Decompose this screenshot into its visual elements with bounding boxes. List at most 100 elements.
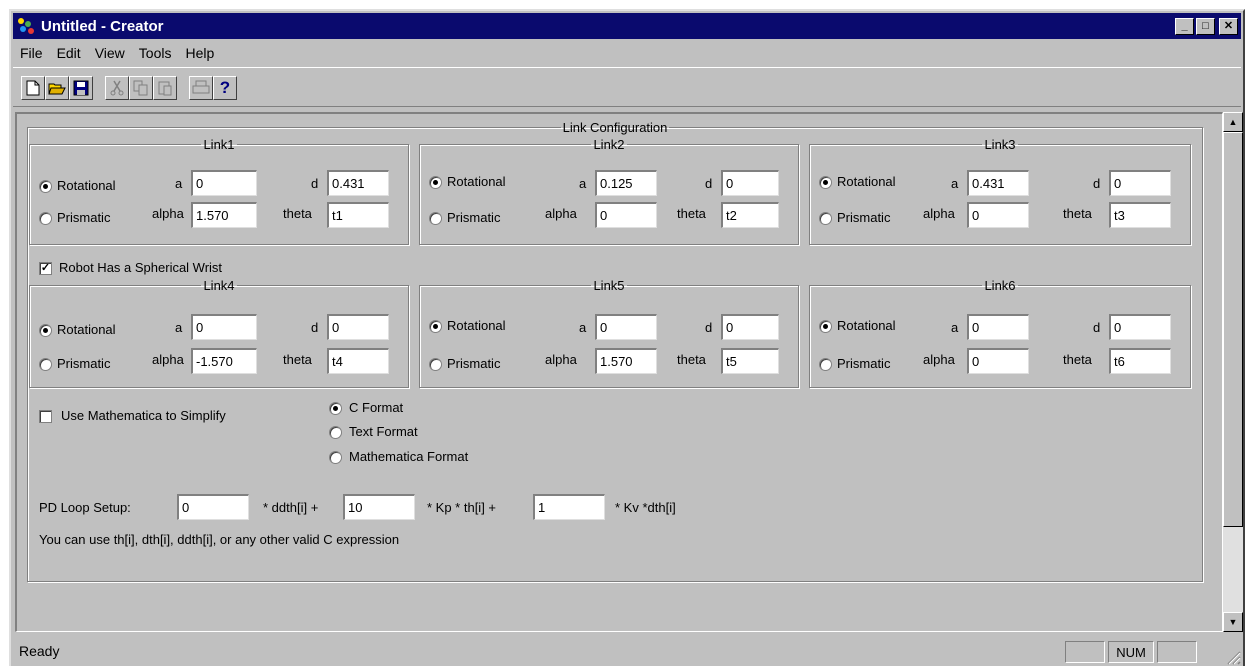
link1-d-input[interactable]	[327, 170, 389, 196]
minimize-button[interactable]: _	[1175, 17, 1194, 35]
link1-title: Link1	[203, 137, 235, 152]
pd-loop-ddth-input[interactable]	[177, 494, 249, 520]
c-format-radio[interactable]	[329, 402, 342, 415]
link2-d-input[interactable]	[721, 170, 779, 196]
link1-alpha-input[interactable]	[191, 202, 257, 228]
link6-prismatic-label: Prismatic	[837, 356, 891, 371]
link6-d-input[interactable]	[1109, 314, 1171, 340]
link4-theta-label: theta	[283, 352, 312, 367]
open-icon[interactable]	[45, 76, 69, 100]
link4-rotational-radio[interactable]	[39, 324, 52, 337]
link6-rotational-label: Rotational	[837, 318, 896, 333]
link1-theta-input[interactable]	[327, 202, 389, 228]
link5-title: Link5	[593, 278, 625, 293]
link2-d-label: d	[705, 176, 713, 191]
pd-loop-kp-input[interactable]	[343, 494, 415, 520]
link5-theta-input[interactable]	[721, 348, 779, 374]
link3-rotational-radio[interactable]	[819, 176, 832, 189]
status-text: Ready	[19, 643, 60, 659]
mathematica-simplify-checkbox[interactable]	[39, 410, 52, 423]
pd-loop-kv-input[interactable]	[533, 494, 605, 520]
link2-prismatic-radio[interactable]	[429, 212, 442, 225]
link3-title: Link3	[984, 137, 1016, 152]
link6-alpha-input[interactable]	[967, 348, 1029, 374]
link5-prismatic-label: Prismatic	[447, 356, 501, 371]
resize-grip-icon[interactable]	[1225, 649, 1241, 665]
link3-alpha-label: alpha	[923, 206, 955, 221]
link5-rotational-label: Rotational	[447, 318, 506, 333]
cut-icon[interactable]	[105, 76, 129, 100]
maximize-button[interactable]: □	[1196, 17, 1215, 35]
link6-prismatic-radio[interactable]	[819, 358, 832, 371]
link2-rotational-radio[interactable]	[429, 176, 442, 189]
status-pane-caps	[1065, 641, 1105, 663]
link3-d-input[interactable]	[1109, 170, 1171, 196]
link4-alpha-label: alpha	[152, 352, 184, 367]
spherical-wrist-label: Robot Has a Spherical Wrist	[59, 260, 223, 275]
scroll-up-icon[interactable]: ▲	[1223, 112, 1243, 132]
link2-alpha-input[interactable]	[595, 202, 657, 228]
link2-a-input[interactable]	[595, 170, 657, 196]
link4-theta-input[interactable]	[327, 348, 389, 374]
pd-loop-label: PD Loop Setup:	[39, 500, 131, 515]
link3-theta-label: theta	[1063, 206, 1092, 221]
link3-a-input[interactable]	[967, 170, 1029, 196]
help-icon[interactable]: ?	[213, 76, 237, 100]
link2-theta-input[interactable]	[721, 202, 779, 228]
link5-theta-label: theta	[677, 352, 706, 367]
link2-a-label: a	[579, 176, 587, 191]
link3-rotational-label: Rotational	[837, 174, 896, 189]
menu-help[interactable]: Help	[178, 45, 221, 61]
vertical-scrollbar[interactable]: ▲ ▼	[1223, 112, 1243, 632]
link1-rotational-radio[interactable]	[39, 180, 52, 193]
link5-rotational-radio[interactable]	[429, 320, 442, 333]
link2-title: Link2	[593, 137, 625, 152]
app-window: Untitled - Creator _ □ ✕ File Edit View …	[9, 9, 1245, 666]
menu-tools[interactable]: Tools	[132, 45, 179, 61]
link4-alpha-input[interactable]	[191, 348, 257, 374]
text-format-radio[interactable]	[329, 426, 342, 439]
menu-view[interactable]: View	[88, 45, 132, 61]
link6-a-input[interactable]	[967, 314, 1029, 340]
link5-d-input[interactable]	[721, 314, 779, 340]
link1-a-input[interactable]	[191, 170, 257, 196]
close-button[interactable]: ✕	[1219, 17, 1238, 35]
link4-d-label: d	[311, 320, 319, 335]
link4-a-input[interactable]	[191, 314, 257, 340]
link1-prismatic-label: Prismatic	[57, 210, 111, 225]
toolbar: ?	[13, 67, 1241, 107]
copy-icon[interactable]	[129, 76, 153, 100]
pd-loop-kp-suffix: * Kp * th[i] +	[427, 500, 497, 515]
link6-theta-input[interactable]	[1109, 348, 1171, 374]
form-view: Link Configuration Link1 Rotational a d …	[15, 112, 1223, 632]
link2-theta-label: theta	[677, 206, 706, 221]
mathematica-format-radio[interactable]	[329, 451, 342, 464]
pd-loop-ddth-suffix: * ddth[i] +	[263, 500, 319, 515]
spherical-wrist-checkbox[interactable]: ✓	[39, 262, 52, 275]
print-icon[interactable]	[189, 76, 213, 100]
pd-loop-hint: You can use th[i], dth[i], ddth[i], or a…	[39, 532, 400, 547]
link5-prismatic-radio[interactable]	[429, 358, 442, 371]
link3-alpha-input[interactable]	[967, 202, 1029, 228]
link5-d-label: d	[705, 320, 713, 335]
link4-d-input[interactable]	[327, 314, 389, 340]
link3-d-label: d	[1093, 176, 1101, 191]
save-icon[interactable]	[69, 76, 93, 100]
link1-d-label: d	[311, 176, 319, 191]
link6-rotational-radio[interactable]	[819, 320, 832, 333]
link3-theta-input[interactable]	[1109, 202, 1171, 228]
paste-icon[interactable]	[153, 76, 177, 100]
menu-file[interactable]: File	[13, 45, 50, 61]
scroll-thumb[interactable]	[1223, 132, 1243, 527]
link4-prismatic-label: Prismatic	[57, 356, 111, 371]
scroll-down-icon[interactable]: ▼	[1223, 612, 1243, 632]
link4-prismatic-radio[interactable]	[39, 358, 52, 371]
link5-a-input[interactable]	[595, 314, 657, 340]
new-icon[interactable]	[21, 76, 45, 100]
link5-alpha-input[interactable]	[595, 348, 657, 374]
link3-prismatic-radio[interactable]	[819, 212, 832, 225]
menu-edit[interactable]: Edit	[50, 45, 88, 61]
link2-alpha-label: alpha	[545, 206, 577, 221]
link1-prismatic-radio[interactable]	[39, 212, 52, 225]
title-bar[interactable]: Untitled - Creator _ □ ✕	[13, 13, 1241, 39]
